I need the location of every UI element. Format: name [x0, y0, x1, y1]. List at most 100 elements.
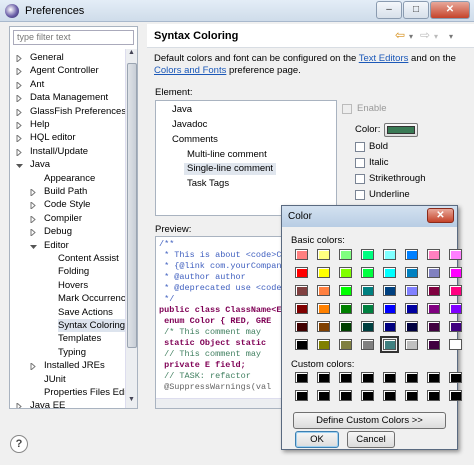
expand-closed-icon[interactable] [16, 120, 23, 131]
tree-item[interactable]: Editor [44, 239, 69, 252]
color-swatch[interactable] [361, 267, 374, 278]
tree-item[interactable]: Save Actions [58, 306, 113, 319]
color-swatch[interactable] [361, 321, 374, 332]
custom-color-swatch[interactable] [405, 390, 418, 401]
color-swatch[interactable] [405, 285, 418, 296]
color-swatch[interactable] [361, 339, 374, 350]
tree-item[interactable]: Templates [58, 332, 101, 345]
tree-item[interactable]: GlassFish Preferences [30, 105, 126, 118]
color-swatch[interactable] [449, 321, 462, 332]
color-swatch[interactable] [449, 339, 462, 350]
color-swatch[interactable] [427, 303, 440, 314]
expand-closed-icon[interactable] [16, 80, 23, 90]
custom-color-swatch[interactable] [295, 390, 308, 401]
close-button[interactable]: ✕ [430, 1, 470, 19]
tree-item[interactable]: Appearance [44, 172, 95, 185]
color-swatch[interactable] [383, 303, 396, 314]
custom-color-swatch[interactable] [339, 372, 352, 383]
dialog-close-button[interactable]: ✕ [427, 208, 454, 223]
expand-closed-icon[interactable] [16, 67, 23, 77]
tree-item[interactable]: Content Assist [58, 252, 119, 265]
tree-item[interactable]: Typing [58, 346, 86, 359]
custom-color-swatch[interactable] [427, 372, 440, 383]
color-swatch[interactable] [295, 285, 308, 296]
strikethrough-checkbox[interactable] [355, 174, 365, 184]
color-swatch[interactable] [449, 285, 462, 296]
element-item[interactable]: Comments [172, 134, 218, 146]
expand-closed-icon[interactable] [16, 94, 23, 104]
tree-item[interactable]: Java EE [30, 399, 65, 408]
forward-arrow-icon[interactable]: ⇨ [420, 28, 430, 42]
help-icon[interactable]: ? [10, 435, 28, 453]
tree-item[interactable]: Mark Occurrences [58, 292, 126, 305]
scroll-thumb[interactable] [127, 63, 137, 348]
tree-item[interactable]: Java [30, 158, 50, 171]
color-swatch[interactable] [405, 321, 418, 332]
color-swatch[interactable] [317, 303, 330, 314]
tree-item[interactable]: Data Management [30, 91, 108, 104]
color-swatch[interactable] [383, 249, 396, 260]
element-item[interactable]: Java [172, 104, 192, 116]
custom-color-swatch[interactable] [427, 390, 440, 401]
tree-item[interactable]: Ant [30, 78, 44, 91]
expand-closed-icon[interactable] [30, 214, 37, 224]
color-swatch[interactable] [427, 267, 440, 278]
filter-input[interactable]: type filter text [13, 30, 134, 45]
expand-open-icon[interactable] [30, 242, 37, 249]
expand-closed-icon[interactable] [30, 201, 37, 211]
enable-checkbox[interactable] [342, 104, 352, 114]
tree-scrollbar[interactable]: ▲ ▼ [125, 49, 137, 408]
scroll-up-icon[interactable]: ▲ [126, 49, 137, 61]
tree-item[interactable]: Help [30, 118, 50, 131]
maximize-button[interactable]: □ [403, 1, 429, 19]
tree-item[interactable]: Install/Update [30, 145, 88, 158]
tree-item[interactable]: General [30, 51, 64, 64]
expand-closed-icon[interactable] [16, 134, 23, 144]
tree-item[interactable]: Hovers [58, 279, 88, 292]
color-swatch[interactable] [339, 303, 352, 314]
text-editors-link[interactable]: Text Editors [359, 53, 409, 64]
tree-item[interactable]: Installed JREs [44, 359, 105, 372]
color-swatch-button[interactable] [384, 123, 418, 137]
color-swatch[interactable] [405, 267, 418, 278]
custom-color-swatch[interactable] [295, 372, 308, 383]
color-swatch[interactable] [317, 339, 330, 350]
custom-color-swatch[interactable] [383, 390, 396, 401]
expand-closed-icon[interactable] [16, 147, 23, 157]
tree-item[interactable]: Build Path [44, 185, 87, 198]
color-swatch[interactable] [361, 303, 374, 314]
color-swatch[interactable] [339, 249, 352, 260]
color-swatch[interactable] [449, 267, 462, 278]
tree-item[interactable]: Debug [44, 225, 72, 238]
color-swatch[interactable] [361, 249, 374, 260]
expand-closed-icon[interactable] [16, 402, 23, 408]
tree-item[interactable]: HQL editor [30, 131, 76, 144]
element-item[interactable]: Multi-line comment [187, 149, 267, 161]
color-swatch[interactable] [427, 285, 440, 296]
color-swatch[interactable] [383, 321, 396, 332]
color-swatch[interactable] [317, 267, 330, 278]
custom-color-swatch[interactable] [317, 372, 330, 383]
tree-item[interactable]: Folding [58, 265, 89, 278]
view-menu-icon[interactable]: ▾ [449, 32, 453, 41]
minimize-button[interactable]: – [376, 1, 402, 19]
custom-color-swatch[interactable] [361, 372, 374, 383]
custom-color-swatch[interactable] [317, 390, 330, 401]
expand-closed-icon[interactable] [16, 53, 23, 64]
color-swatch[interactable] [427, 321, 440, 332]
color-swatch[interactable] [427, 249, 440, 260]
scroll-down-icon[interactable]: ▼ [126, 396, 137, 408]
color-swatch-selected[interactable] [380, 336, 399, 353]
back-menu-icon[interactable]: ▾ [409, 32, 413, 41]
custom-color-swatch[interactable] [383, 372, 396, 383]
color-swatch[interactable] [295, 249, 308, 260]
expand-open-icon[interactable] [16, 161, 23, 169]
color-swatch[interactable] [339, 321, 352, 332]
color-swatch[interactable] [405, 303, 418, 314]
italic-checkbox[interactable] [355, 158, 365, 168]
color-swatch[interactable] [427, 339, 440, 350]
underline-checkbox[interactable] [355, 190, 365, 200]
color-swatch[interactable] [295, 303, 308, 314]
color-swatch[interactable] [361, 285, 374, 296]
color-swatch[interactable] [449, 303, 462, 314]
